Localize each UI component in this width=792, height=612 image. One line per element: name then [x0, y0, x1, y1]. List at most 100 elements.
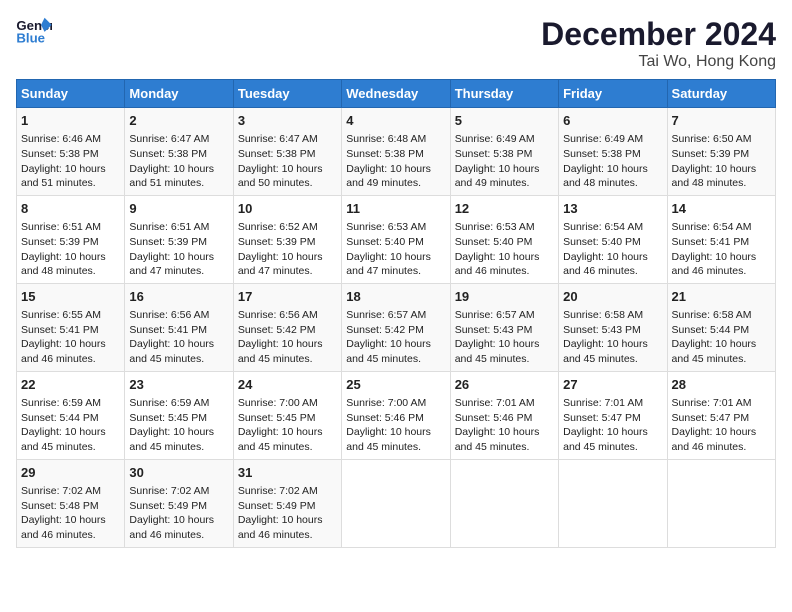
sunrise-label: Sunrise: 6:57 AM [455, 309, 535, 321]
calendar-cell: 20Sunrise: 6:58 AMSunset: 5:43 PMDayligh… [559, 283, 667, 371]
calendar-cell: 12 Sunrise: 6:53 AM Sunset: 5:40 PM Dayligh… [450, 195, 558, 283]
calendar-row-2: 15Sunrise: 6:55 AMSunset: 5:41 PMDayligh… [17, 283, 776, 371]
col-header-monday: Monday [125, 80, 233, 108]
daylight-label: Daylight: 10 hours [455, 426, 540, 438]
sunrise-label: Sunrise: 6:54 AM [563, 221, 643, 233]
daylight-minutes: and 46 minutes. [672, 441, 747, 453]
sunset-label: Sunset: 5:47 PM [672, 412, 750, 424]
day-number: 20 [563, 288, 662, 306]
sunrise-label: Sunrise: 6:50 AM [672, 133, 752, 145]
title-block: December 2024 Tai Wo, Hong Kong [541, 16, 776, 71]
day-number: 12 [455, 200, 554, 218]
sunrise-label: Sunrise: 6:56 AM [238, 309, 318, 321]
day-number: 8 [21, 200, 120, 218]
day-number: 19 [455, 288, 554, 306]
calendar-cell: 16Sunrise: 6:56 AMSunset: 5:41 PMDayligh… [125, 283, 233, 371]
daylight-minutes: and 45 minutes. [238, 353, 313, 365]
calendar-cell: 11Sunrise: 6:53 AMSunset: 5:40 PMDayligh… [342, 195, 450, 283]
sunrise-label: Sunrise: 7:01 AM [455, 397, 535, 409]
daylight-minutes: and 47 minutes. [129, 265, 204, 277]
calendar-cell: 7Sunrise: 6:50 AMSunset: 5:39 PMDaylight… [667, 108, 775, 196]
daylight-label: Daylight: 10 hours [129, 163, 214, 175]
sunrise-label: Sunrise: 6:59 AM [21, 397, 101, 409]
daylight-minutes: and 45 minutes. [455, 441, 530, 453]
day-number: 28 [672, 376, 771, 394]
day-number: 11 [346, 200, 445, 218]
sunset-label: Sunset: 5:39 PM [238, 236, 316, 248]
sunrise-label: Sunrise: 7:02 AM [129, 485, 209, 497]
daylight-minutes: and 45 minutes. [129, 353, 204, 365]
daylight-minutes: and 48 minutes. [672, 177, 747, 189]
sunrise-label: Sunrise: 7:00 AM [238, 397, 318, 409]
calendar-cell [450, 459, 558, 547]
sunset-label: Sunset: 5:42 PM [238, 324, 316, 336]
daylight-label: Daylight: 10 hours [346, 338, 431, 350]
svg-text:Blue: Blue [16, 30, 45, 45]
calendar-cell: 18Sunrise: 6:57 AMSunset: 5:42 PMDayligh… [342, 283, 450, 371]
daylight-minutes: and 51 minutes. [21, 177, 96, 189]
calendar-cell: 5Sunrise: 6:49 AMSunset: 5:38 PMDaylight… [450, 108, 558, 196]
daylight-label: Daylight: 10 hours [672, 251, 757, 263]
daylight-label: Daylight: 10 hours [21, 163, 106, 175]
daylight-label: Daylight: 10 hours [455, 163, 540, 175]
sunset-label: Sunset: 5:46 PM [455, 412, 533, 424]
daylight-label: Daylight: 10 hours [129, 338, 214, 350]
daylight-minutes: and 45 minutes. [129, 441, 204, 453]
day-number: 15 [21, 288, 120, 306]
sunset-label: Sunset: 5:38 PM [346, 148, 424, 160]
sunrise-label: Sunrise: 6:53 AM [455, 221, 535, 233]
calendar-cell: 8Sunrise: 6:51 AMSunset: 5:39 PMDaylight… [17, 195, 125, 283]
day-number: 13 [563, 200, 662, 218]
sunset-label: Sunset: 5:44 PM [672, 324, 750, 336]
sunrise-label: Sunrise: 6:58 AM [563, 309, 643, 321]
calendar-cell: 19Sunrise: 6:57 AMSunset: 5:43 PMDayligh… [450, 283, 558, 371]
daylight-label: Daylight: 10 hours [21, 338, 106, 350]
day-number: 21 [672, 288, 771, 306]
sunset-label: Sunset: 5:49 PM [238, 500, 316, 512]
daylight-minutes: and 46 minutes. [21, 529, 96, 541]
page-header: General Blue December 2024 Tai Wo, Hong … [16, 16, 776, 71]
sunrise-label: Sunrise: 7:02 AM [238, 485, 318, 497]
daylight-label: Daylight: 10 hours [238, 251, 323, 263]
col-header-wednesday: Wednesday [342, 80, 450, 108]
logo-icon: General Blue [16, 16, 52, 46]
calendar-cell: 28Sunrise: 7:01 AMSunset: 5:47 PMDayligh… [667, 371, 775, 459]
sunrise-label: Sunrise: 7:01 AM [672, 397, 752, 409]
col-header-sunday: Sunday [17, 80, 125, 108]
sunrise-label: Sunrise: 6:59 AM [129, 397, 209, 409]
sunset-label: Sunset: 5:47 PM [563, 412, 641, 424]
daylight-label: Daylight: 10 hours [129, 251, 214, 263]
sunset-label: Sunset: 5:40 PM [455, 236, 533, 248]
calendar-cell: 31Sunrise: 7:02 AMSunset: 5:49 PMDayligh… [233, 459, 341, 547]
calendar-cell [667, 459, 775, 547]
sunrise-label: Sunrise: 6:47 AM [238, 133, 318, 145]
sunrise-label: Sunrise: 6:47 AM [129, 133, 209, 145]
daylight-label: Daylight: 10 hours [455, 251, 540, 263]
day-number: 2 [129, 112, 228, 130]
sunrise-label: Sunrise: 6:55 AM [21, 309, 101, 321]
daylight-minutes: and 47 minutes. [238, 265, 313, 277]
calendar-cell: 27Sunrise: 7:01 AMSunset: 5:47 PMDayligh… [559, 371, 667, 459]
sunrise-label: Sunrise: 6:52 AM [238, 221, 318, 233]
sunset-label: Sunset: 5:39 PM [21, 236, 99, 248]
sunset-label: Sunset: 5:43 PM [455, 324, 533, 336]
daylight-label: Daylight: 10 hours [238, 338, 323, 350]
daylight-minutes: and 45 minutes. [455, 353, 530, 365]
day-number: 25 [346, 376, 445, 394]
daylight-minutes: and 45 minutes. [346, 441, 421, 453]
daylight-minutes: and 47 minutes. [346, 265, 421, 277]
calendar-cell: 25Sunrise: 7:00 AMSunset: 5:46 PMDayligh… [342, 371, 450, 459]
day-number: 5 [455, 112, 554, 130]
sunset-label: Sunset: 5:39 PM [129, 236, 207, 248]
daylight-minutes: and 45 minutes. [563, 353, 638, 365]
daylight-label: Daylight: 10 hours [563, 426, 648, 438]
sunset-label: Sunset: 5:39 PM [672, 148, 750, 160]
daylight-minutes: and 46 minutes. [455, 265, 530, 277]
sunrise-label: Sunrise: 6:57 AM [346, 309, 426, 321]
calendar-cell: 30Sunrise: 7:02 AMSunset: 5:49 PMDayligh… [125, 459, 233, 547]
day-number: 4 [346, 112, 445, 130]
sunrise-label: Sunrise: 6:51 AM [129, 221, 209, 233]
calendar-cell: 26Sunrise: 7:01 AMSunset: 5:46 PMDayligh… [450, 371, 558, 459]
calendar-cell: 21Sunrise: 6:58 AMSunset: 5:44 PMDayligh… [667, 283, 775, 371]
sunrise-label: Sunrise: 6:51 AM [21, 221, 101, 233]
